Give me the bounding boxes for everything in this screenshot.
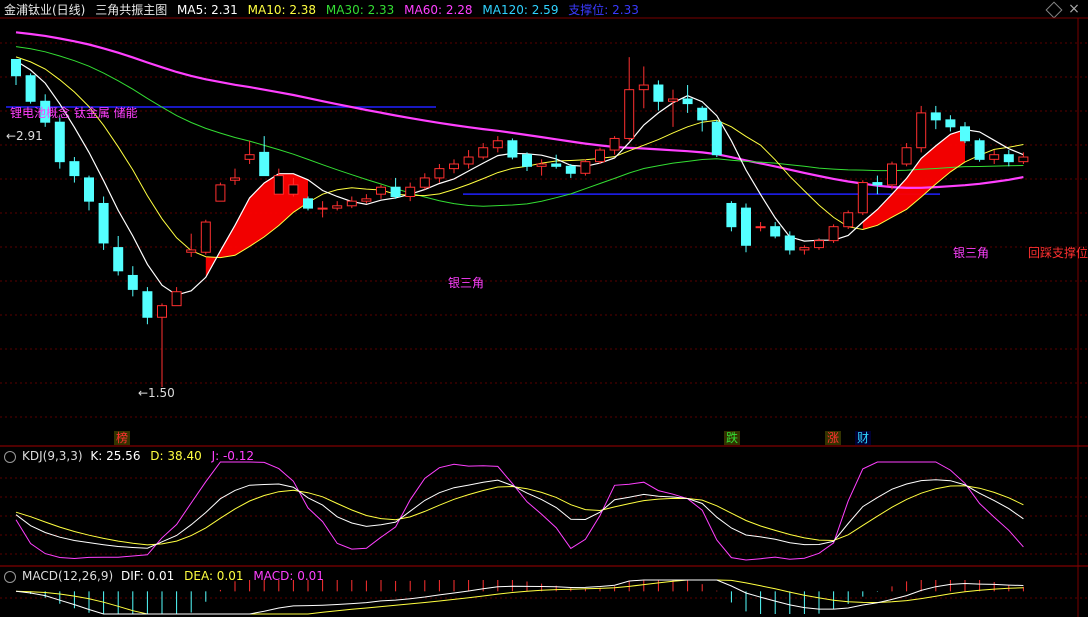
pullback-support-label: 回踩支撑位 (1028, 245, 1088, 260)
ma5-line (15, 60, 1024, 296)
candle-body (741, 207, 751, 246)
candle-body (492, 140, 503, 149)
tag-bang: 榜 (116, 430, 128, 445)
candle-body (390, 186, 401, 198)
candle-body (624, 89, 635, 139)
macd-dea-line (15, 579, 1024, 615)
candle-body (449, 163, 459, 170)
tag-cai: 财 (857, 431, 869, 445)
candle-body (361, 198, 372, 202)
ma30-line (15, 46, 1024, 207)
ma10-line (15, 56, 1024, 259)
candle-body (376, 186, 386, 195)
candle-body (857, 182, 868, 214)
candle-body (405, 186, 416, 198)
tag-zhang: 涨 (827, 430, 839, 445)
candle-body (711, 121, 722, 156)
candle-body (887, 163, 897, 186)
candle-body (522, 154, 532, 167)
candle-body (828, 226, 839, 242)
triangle-fills (205, 129, 965, 278)
candle-body (54, 121, 65, 163)
silver-triangle-label: 银三角 (448, 276, 484, 290)
candle-body (799, 247, 810, 251)
candle-body (960, 126, 970, 142)
concept-label: 锂电池概念 钛金属 储能 (10, 105, 138, 120)
candle-body (259, 151, 270, 177)
tag-die: 跌 (726, 430, 738, 445)
candle-body (916, 112, 927, 149)
candle-body (1003, 154, 1014, 163)
candle-body (989, 154, 1000, 160)
candle-body (11, 58, 21, 77)
candle-body (638, 84, 649, 91)
candle-body (974, 140, 985, 160)
candle-body (303, 198, 313, 209)
candle-body (463, 156, 474, 165)
candle-body (609, 137, 620, 151)
candle-body (434, 168, 445, 179)
candle-body (98, 202, 109, 244)
candle-body (142, 291, 153, 318)
candle-body (930, 112, 941, 121)
candle-body (69, 161, 80, 177)
silver-triangle-label-2: 银三角 (953, 246, 989, 260)
candle-body (653, 84, 664, 102)
kdj-k-line (15, 479, 1024, 549)
candle-body (25, 75, 36, 102)
low-price-label: ←1.50 (138, 386, 175, 400)
candle-body (945, 119, 956, 128)
candle-body (346, 200, 357, 207)
candle-body (784, 235, 795, 251)
candle-body (244, 154, 255, 160)
candle-body (127, 274, 138, 290)
candle-body (697, 107, 708, 121)
candle-body (157, 305, 167, 318)
macd-lines (15, 579, 1024, 615)
kdj-d-line (15, 485, 1024, 546)
candle-body (215, 184, 226, 202)
candle-body (288, 184, 299, 195)
candle-body (1018, 156, 1029, 163)
candle-body (171, 291, 182, 307)
high-price-label: ←2.91 (6, 129, 43, 143)
candle-body (478, 147, 489, 158)
candle-body (726, 202, 737, 228)
candle-body (755, 226, 766, 229)
candle-body (770, 226, 781, 237)
candle-body (843, 212, 854, 228)
candle-body (200, 221, 211, 253)
moving-average-lines (15, 31, 1024, 296)
candle-body (551, 163, 562, 167)
candle-body (113, 247, 124, 272)
candle-body (901, 147, 912, 165)
candle-body (230, 177, 240, 181)
stock-chart[interactable]: 锂电池概念 钛金属 储能←2.91←1.50银三角银三角 回踩支撑位榜跌涨财 (0, 0, 1088, 617)
candle-body (317, 207, 328, 210)
kdj-j-line (15, 461, 1024, 561)
candle-body (273, 175, 284, 195)
macd-dif-line (15, 579, 1024, 615)
candle-body (580, 161, 591, 174)
candle-body (419, 177, 430, 188)
candle-body (507, 140, 518, 158)
candle-body (186, 249, 197, 253)
candle-body (536, 163, 547, 167)
kdj-lines (15, 461, 1024, 561)
candle-body (668, 98, 678, 102)
candle-body (814, 240, 824, 249)
candle-body (332, 205, 343, 209)
candle-body (682, 98, 693, 105)
candle-body (565, 165, 576, 174)
candle-body (595, 149, 605, 163)
triangle-fill (862, 129, 965, 230)
candle-body (872, 182, 883, 186)
candle-body (84, 177, 94, 202)
